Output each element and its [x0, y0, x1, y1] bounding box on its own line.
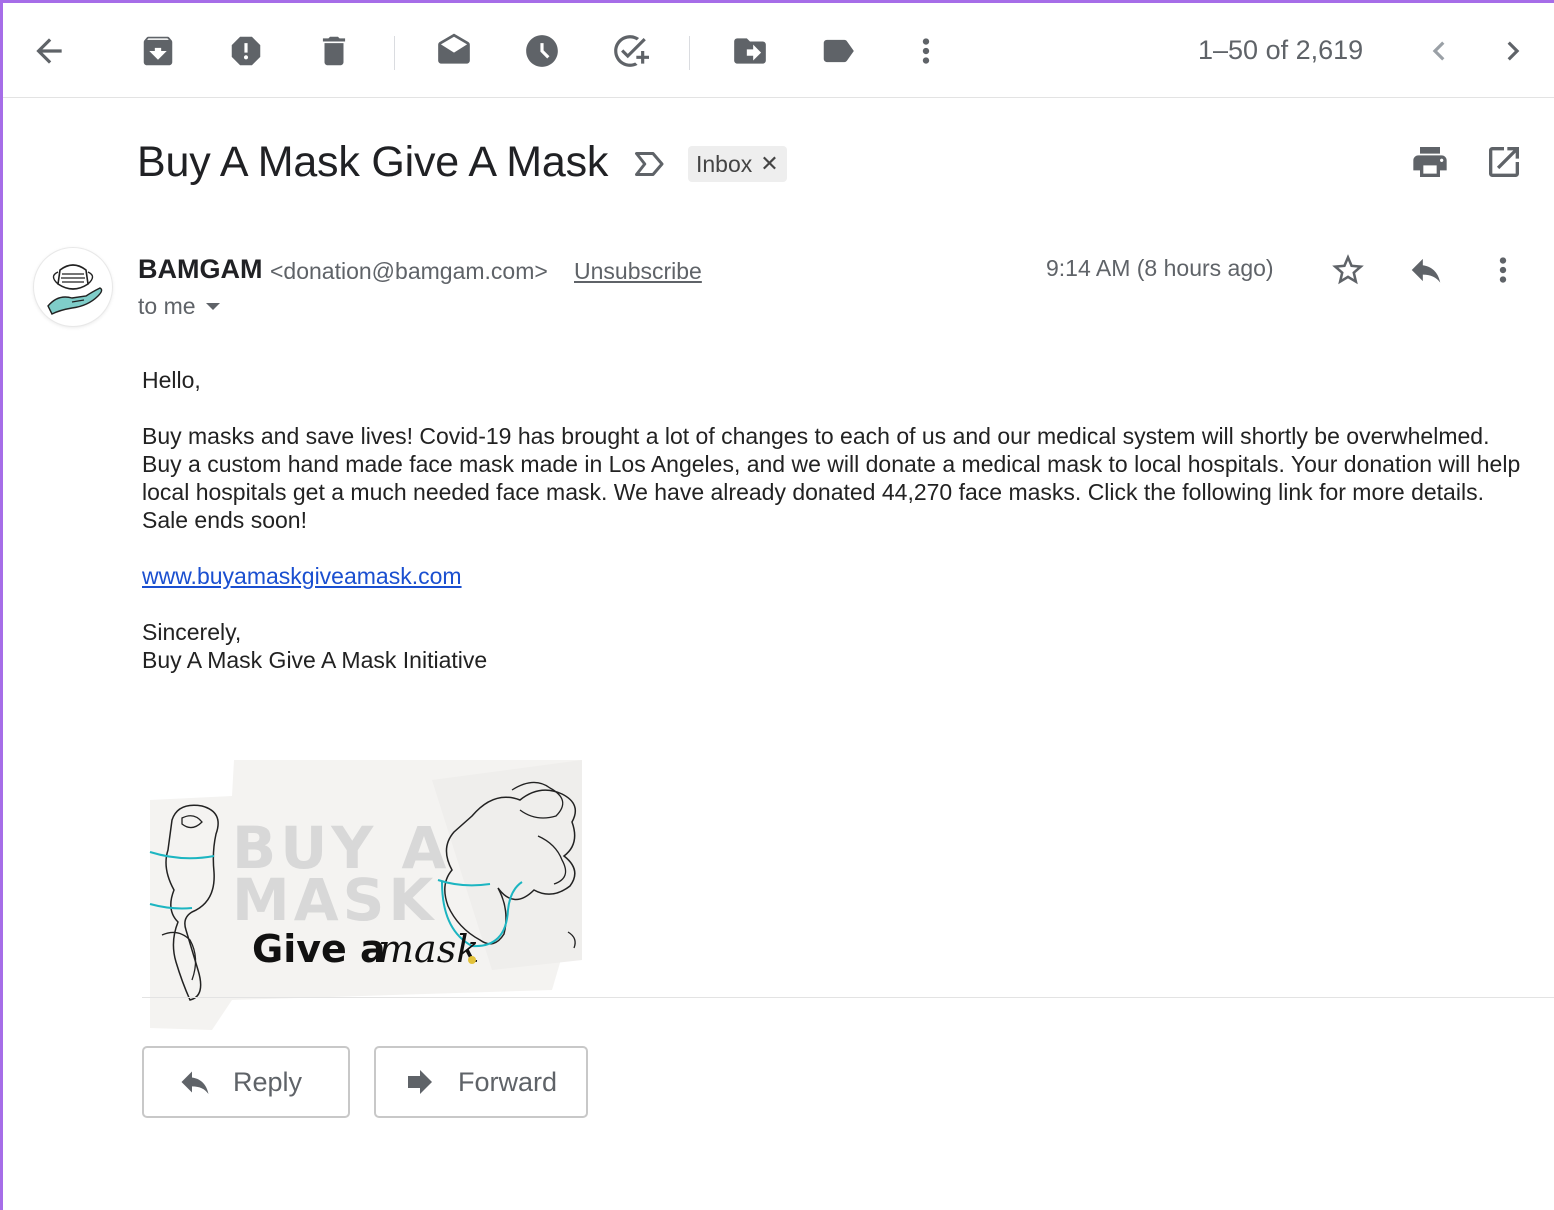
reply-arrow-icon — [181, 1071, 209, 1094]
pagination-count: 1–50 of 2,619 — [1198, 35, 1364, 65]
email-subject: Buy A Mask Give A Mask — [137, 138, 609, 186]
banner-give-a: Give a — [252, 927, 386, 971]
message-divider — [142, 997, 1554, 998]
toolbar-divider — [394, 36, 395, 70]
inbox-label-chip: Inbox ✕ — [688, 146, 787, 182]
reply-label: Reply — [233, 1066, 303, 1097]
label-chip-text: Inbox — [696, 150, 753, 177]
sender-email: <donation@bamgam.com> — [270, 258, 548, 284]
forward-label: Forward — [458, 1066, 558, 1097]
signature: Buy A Mask Give A Mask Initiative — [142, 647, 488, 673]
label-tag-icon[interactable] — [816, 29, 860, 73]
campaign-banner-image: BUY A MASK Give a mask — [149, 760, 582, 1030]
recipient-text: to me — [138, 293, 196, 319]
chevron-left-icon[interactable] — [1417, 29, 1461, 73]
mark-unread-icon[interactable] — [432, 29, 476, 73]
toolbar: 1–50 of 2,619 — [3, 3, 1554, 98]
more-vertical-icon[interactable] — [904, 29, 948, 73]
forward-button[interactable]: Forward — [374, 1046, 588, 1118]
caret-down-icon — [205, 303, 220, 310]
print-icon[interactable] — [1410, 142, 1454, 186]
forward-arrow-icon — [408, 1070, 432, 1094]
delete-icon[interactable] — [312, 29, 356, 73]
sender-name[interactable]: BAMGAM — [138, 254, 262, 285]
website-link[interactable]: www.buyamaskgiveamask.com — [142, 563, 462, 589]
open-in-new-window-icon[interactable] — [1484, 142, 1528, 186]
snooze-clock-icon[interactable] — [520, 29, 564, 73]
toolbar-divider — [689, 36, 690, 70]
add-task-icon[interactable] — [608, 29, 652, 73]
banner-mask-italic: mask — [378, 927, 479, 971]
reply-button[interactable]: Reply — [142, 1046, 350, 1118]
email-timestamp: 9:14 AM (8 hours ago) — [1046, 255, 1274, 281]
banner-mask: MASK — [232, 866, 437, 934]
remove-label-icon[interactable]: ✕ — [760, 151, 778, 177]
star-icon[interactable] — [1326, 248, 1370, 292]
closing: Sincerely, — [142, 619, 242, 645]
recipient-details-toggle[interactable]: to me — [138, 293, 220, 320]
sender-avatar[interactable] — [34, 248, 112, 326]
greeting: Hello, — [142, 367, 201, 393]
archive-icon[interactable] — [136, 29, 180, 73]
banner-yellow-dot — [468, 956, 476, 964]
importance-marker-icon[interactable] — [632, 146, 668, 182]
reply-icon[interactable] — [1404, 248, 1448, 292]
move-to-icon[interactable] — [728, 29, 772, 73]
more-options-icon[interactable] — [1481, 248, 1525, 292]
body-paragraph: Buy masks and save lives! Covid-19 has b… — [142, 423, 1521, 533]
report-spam-icon[interactable] — [224, 29, 268, 73]
back-arrow-icon[interactable] — [27, 29, 71, 73]
chevron-right-icon[interactable] — [1491, 29, 1535, 73]
email-body: Hello, Buy masks and save lives! Covid-1… — [142, 366, 1532, 674]
unsubscribe-link[interactable]: Unsubscribe — [574, 258, 702, 285]
